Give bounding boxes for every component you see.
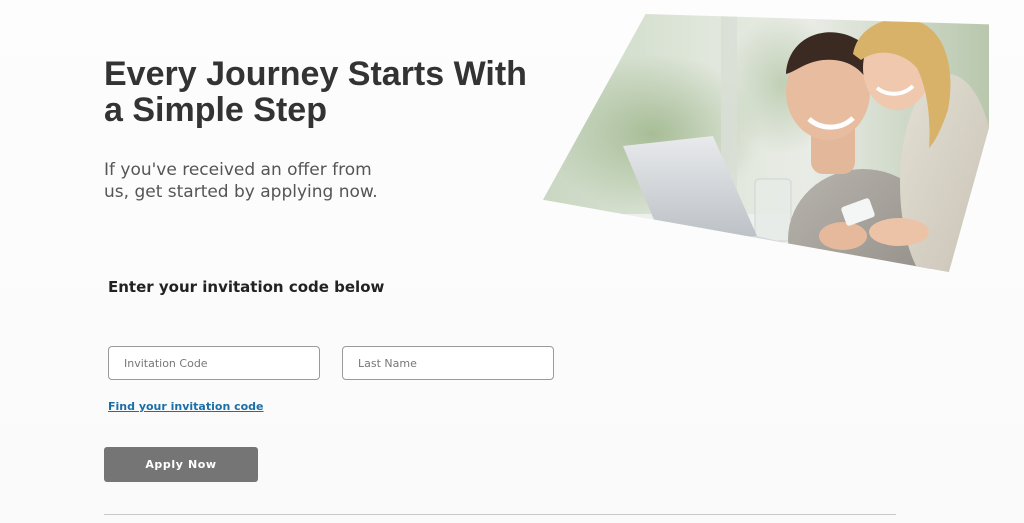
section-divider	[104, 514, 896, 515]
offer-description: If you've received an offer from us, get…	[104, 160, 378, 202]
landing-page: Every Journey Starts With a Simple Step …	[0, 0, 1024, 523]
hero-photo	[543, 14, 989, 272]
invitation-section-title: Enter your invitation code below	[108, 278, 385, 296]
find-invitation-code-link[interactable]: Find your invitation code	[108, 400, 264, 413]
invitation-code-input[interactable]	[108, 346, 320, 380]
page-title: Every Journey Starts With a Simple Step	[104, 55, 527, 129]
last-name-input[interactable]	[342, 346, 554, 380]
apply-now-button[interactable]: Apply Now	[104, 447, 258, 482]
